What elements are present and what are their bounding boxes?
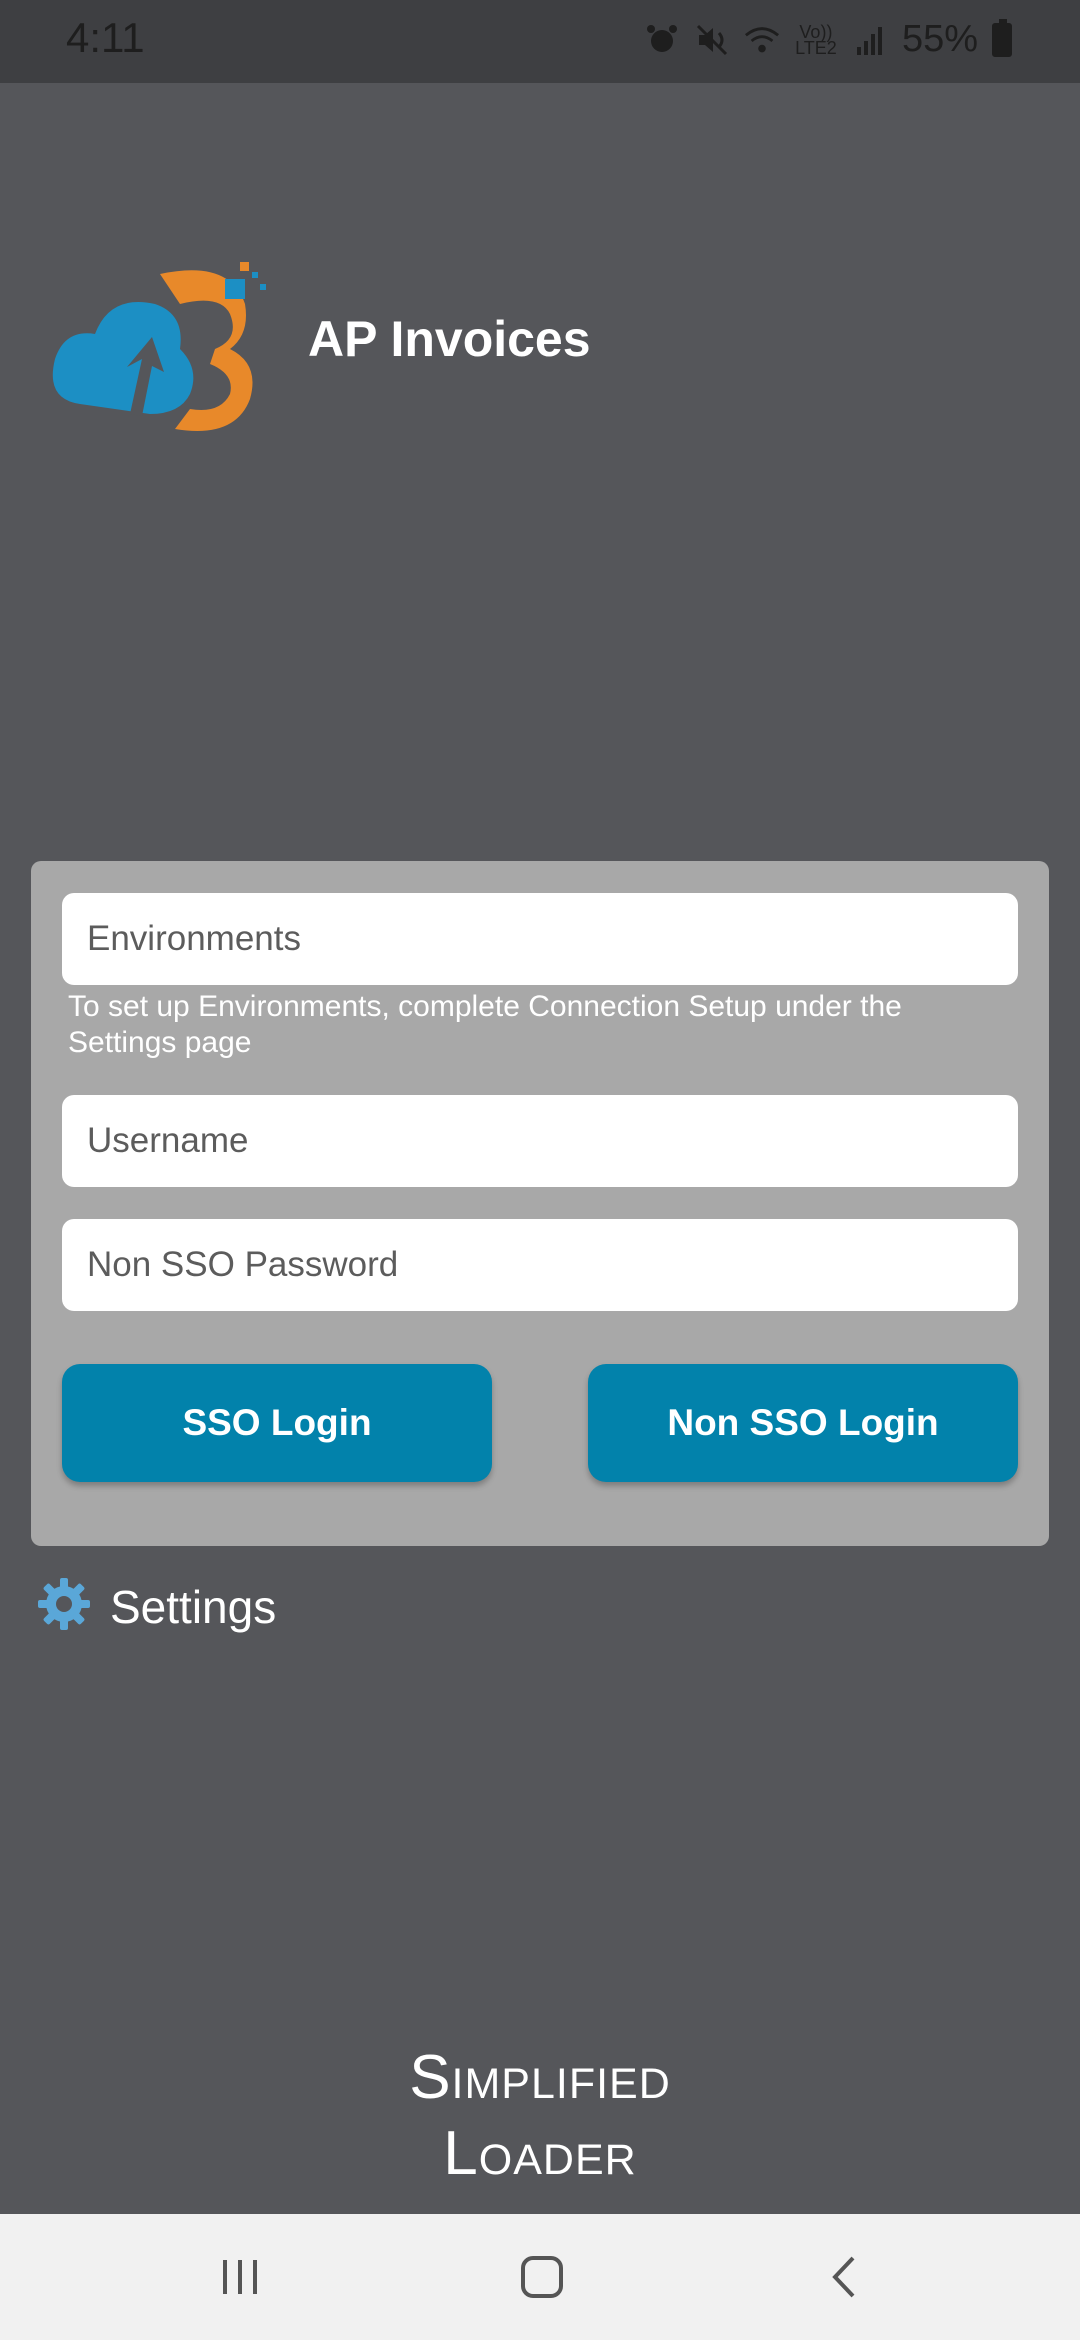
brand-line-1: Simplified <box>409 2043 671 2112</box>
back-button[interactable] <box>806 2244 886 2310</box>
recents-icon <box>223 2260 257 2294</box>
app-logo <box>50 254 280 434</box>
password-input[interactable]: Non SSO Password <box>62 1219 1018 1311</box>
signal-icon <box>852 22 888 58</box>
password-placeholder: Non SSO Password <box>87 1245 399 1284</box>
environments-hint: To set up Environments, complete Connect… <box>68 990 902 1059</box>
login-card: Environments To set up Environments, com… <box>31 861 1049 1546</box>
volte-indicator: Vo)) LTE2 <box>794 22 838 58</box>
settings-link[interactable]: Settings <box>36 1576 276 1637</box>
status-time: 4:11 <box>66 14 145 61</box>
system-nav-bar <box>0 2214 1080 2340</box>
username-placeholder: Username <box>87 1121 249 1160</box>
alarm-icon <box>644 22 680 58</box>
environments-placeholder: Environments <box>87 919 301 958</box>
lte-label: LTE2 <box>795 37 837 58</box>
username-input[interactable]: Username <box>62 1095 1018 1187</box>
footer-brand: Simplified Loader <box>0 2040 1080 2192</box>
brand-line-2: Loader <box>443 2119 637 2188</box>
battery-percent: 55% <box>901 18 978 60</box>
status-icons: Vo)) LTE2 55% <box>644 18 1012 61</box>
sso-login-button[interactable]: SSO Login <box>62 1364 492 1482</box>
gear-icon <box>36 1576 92 1637</box>
mute-icon <box>694 22 730 58</box>
non-sso-login-button[interactable]: Non SSO Login <box>588 1364 1018 1482</box>
home-button[interactable] <box>502 2244 582 2310</box>
recents-button[interactable] <box>200 2244 280 2310</box>
settings-label: Settings <box>110 1580 277 1633</box>
environments-select[interactable]: Environments <box>62 893 1018 985</box>
status-bar: 4:11 Vo)) LTE2 55% <box>0 0 1080 83</box>
back-icon <box>832 2256 855 2298</box>
home-icon <box>521 2256 563 2298</box>
app-title: AP Invoices <box>308 311 591 367</box>
battery-icon <box>992 18 1012 57</box>
wifi-icon <box>744 22 780 58</box>
